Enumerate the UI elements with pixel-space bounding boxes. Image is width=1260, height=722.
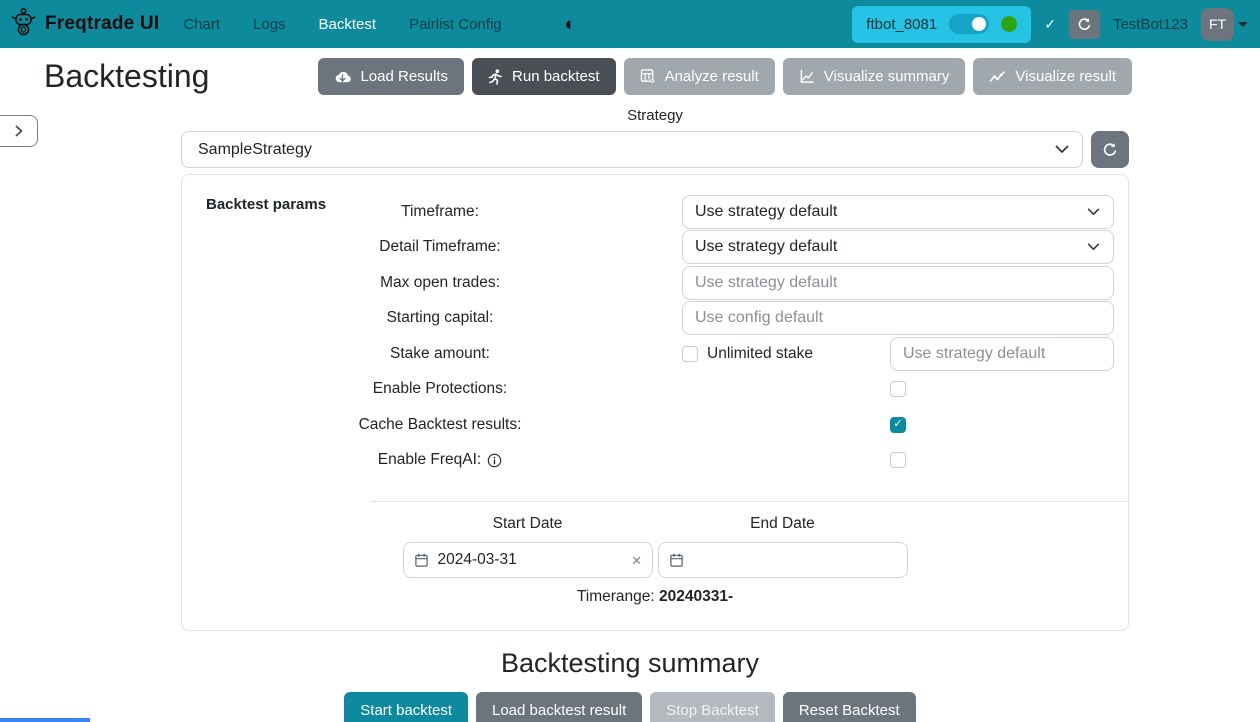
bot-online-dot	[1001, 16, 1017, 32]
start-date-value: 2024-03-31	[438, 551, 623, 569]
stop-backtest-button[interactable]: Stop Backtest	[650, 692, 775, 722]
info-icon	[487, 453, 502, 468]
backtest-params-panel: Backtest params Timeframe: Use strategy …	[181, 174, 1129, 631]
sidebar-expand-button[interactable]	[0, 115, 38, 147]
dates-row: Start Date 2024-03-31 × End Date	[198, 515, 1112, 578]
nav-link-chart[interactable]: Chart	[183, 16, 220, 33]
refresh-icon	[1102, 142, 1118, 158]
divider	[371, 501, 1129, 502]
header-buttons: Load Results Run backtest Analyze result	[318, 58, 1132, 95]
reload-strategies-button[interactable]	[1091, 131, 1129, 168]
enable-protections-checkbox[interactable]	[890, 381, 906, 397]
bot-toggle-switch[interactable]	[949, 14, 989, 34]
detail-timeframe-label: Detail Timeframe:	[198, 238, 682, 256]
chart-line-icon	[799, 69, 815, 84]
strategy-section: Strategy SampleStrategy	[181, 107, 1129, 168]
check-icon: ✓	[1044, 16, 1056, 33]
scrollbar-fragment[interactable]	[0, 718, 90, 722]
bot-badge[interactable]: ftbot_8081	[852, 6, 1031, 43]
timeframe-select[interactable]: Use strategy default	[682, 195, 1114, 229]
navbar-right: ftbot_8081 ✓ TestBot123 FT	[852, 6, 1248, 43]
stake-amount-row: Stake amount: Unlimited stake	[198, 336, 1112, 372]
refresh-icon	[1077, 17, 1092, 32]
nav-link-pairlist-config[interactable]: Pairlist Config	[409, 16, 502, 33]
params-title: Backtest params	[206, 196, 326, 213]
starting-capital-label: Starting capital:	[198, 309, 682, 327]
run-backtest-button[interactable]: Run backtest	[472, 58, 616, 95]
unlimited-stake-label: Unlimited stake	[707, 345, 813, 363]
max-open-trades-label: Max open trades:	[198, 274, 682, 292]
table-gear-icon	[640, 69, 656, 84]
enable-freqai-row: Enable FreqAI:	[198, 443, 1112, 479]
reset-backtest-button[interactable]: Reset Backtest	[783, 692, 916, 722]
cache-results-checkbox[interactable]	[890, 417, 906, 433]
visualize-summary-button[interactable]: Visualize summary	[783, 58, 966, 95]
person-running-icon	[488, 69, 503, 85]
max-open-trades-input[interactable]	[682, 266, 1114, 300]
load-results-button[interactable]: Load Results	[318, 58, 464, 95]
end-date-input[interactable]	[658, 542, 908, 578]
summary-buttons: Start backtest Load backtest result Stop…	[0, 692, 1260, 722]
username: TestBot123	[1113, 16, 1188, 33]
starting-capital-input[interactable]	[682, 301, 1114, 335]
timerange: Timerange: 20240331-	[198, 588, 1112, 606]
nav-link-backtest[interactable]: Backtest	[319, 16, 377, 33]
detail-timeframe-row: Detail Timeframe: Use strategy default	[198, 230, 1112, 266]
user-menu[interactable]: FT	[1201, 8, 1248, 41]
starting-capital-row: Starting capital:	[198, 301, 1112, 337]
timerange-value: 20240331-	[659, 588, 733, 605]
chevron-right-icon	[13, 125, 25, 137]
end-date-label: End Date	[658, 515, 908, 533]
start-backtest-button[interactable]: Start backtest	[344, 692, 468, 722]
chevron-down-icon	[1238, 22, 1248, 27]
timerange-label: Timerange:	[577, 588, 655, 605]
start-date-label: Start Date	[403, 515, 653, 533]
strategy-label: Strategy	[181, 107, 1129, 124]
unlimited-stake-checkbox[interactable]	[682, 346, 698, 362]
page-title: Backtesting	[44, 58, 209, 95]
cloud-download-icon	[334, 69, 351, 84]
nav-links: Chart Logs Backtest Pairlist Config ◐	[183, 15, 576, 34]
start-date-input[interactable]: 2024-03-31 ×	[403, 542, 653, 578]
calendar-icon	[414, 552, 429, 568]
chart-scatter-icon	[989, 70, 1006, 84]
timeframe-row: Timeframe: Use strategy default	[198, 194, 1112, 230]
analyze-result-button[interactable]: Analyze result	[624, 58, 775, 95]
calendar-icon	[669, 552, 684, 568]
cache-results-label: Cache Backtest results:	[198, 416, 682, 434]
enable-protections-label: Enable Protections:	[198, 380, 682, 398]
freqtrade-robot-logo-icon	[10, 7, 37, 41]
chevron-down-icon	[1087, 238, 1100, 256]
stake-amount-label: Stake amount:	[198, 345, 682, 363]
page-header: Backtesting Load Results Run backtest An	[0, 48, 1260, 95]
load-backtest-result-button[interactable]: Load backtest result	[476, 692, 642, 722]
nav-link-logs[interactable]: Logs	[253, 16, 286, 33]
chevron-down-icon	[1087, 203, 1100, 221]
detail-timeframe-select[interactable]: Use strategy default	[682, 230, 1114, 264]
clear-start-date-icon[interactable]: ×	[632, 552, 642, 569]
stake-amount-input[interactable]	[890, 337, 1114, 371]
visualize-result-button[interactable]: Visualize result	[973, 58, 1132, 95]
summary-title: Backtesting summary	[0, 648, 1260, 679]
refresh-bot-button[interactable]	[1069, 10, 1100, 39]
max-open-trades-row: Max open trades:	[198, 265, 1112, 301]
brand-title: Freqtrade UI	[45, 13, 159, 35]
enable-freqai-label: Enable FreqAI:	[378, 451, 481, 469]
navbar: Freqtrade UI Chart Logs Backtest Pairlis…	[0, 0, 1260, 48]
theme-toggle-icon[interactable]: ◐	[565, 15, 576, 34]
enable-freqai-checkbox[interactable]	[890, 452, 906, 468]
strategy-select[interactable]: SampleStrategy	[181, 131, 1083, 168]
bot-name: ftbot_8081	[866, 16, 937, 33]
avatar[interactable]: FT	[1201, 8, 1234, 41]
brand[interactable]: Freqtrade UI	[10, 7, 159, 41]
chevron-down-icon	[1055, 141, 1069, 159]
enable-protections-row: Enable Protections:	[198, 372, 1112, 408]
cache-results-row: Cache Backtest results:	[198, 407, 1112, 443]
